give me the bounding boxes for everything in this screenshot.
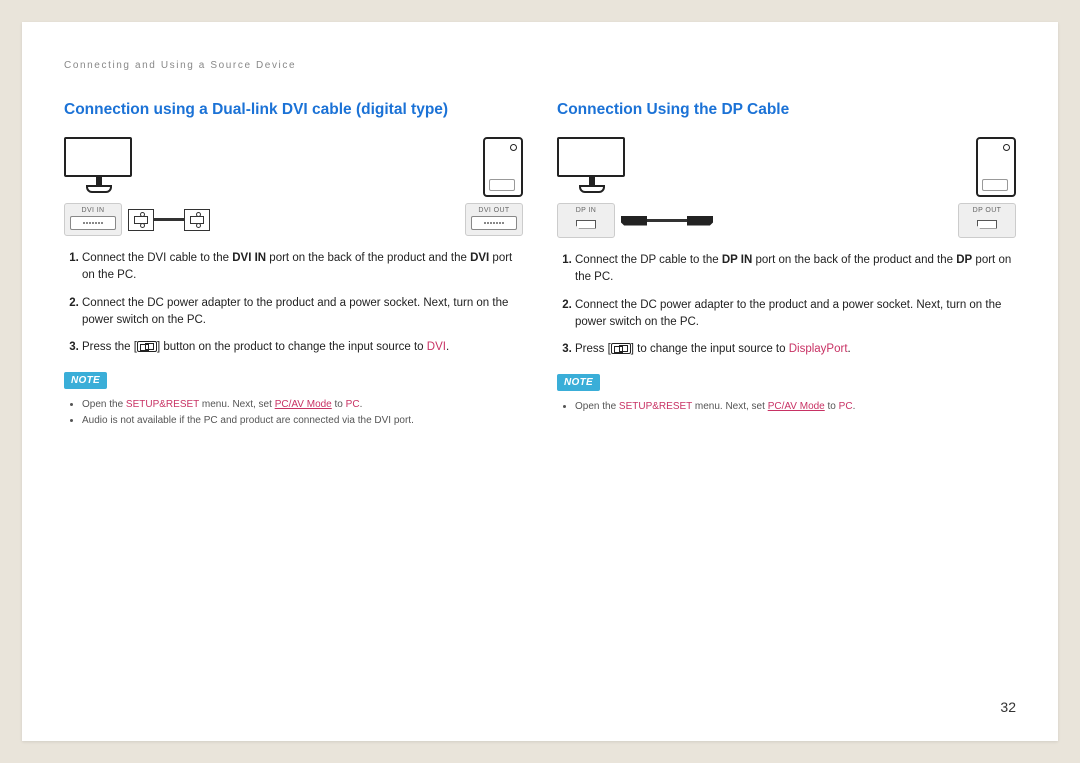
section-title-dp: Connection Using the DP Cable bbox=[557, 101, 1016, 119]
port-label: DP OUT bbox=[973, 207, 1002, 214]
note-badge: NOTE bbox=[64, 372, 107, 389]
dp-cable-icon bbox=[621, 214, 713, 228]
port-label: DVI IN bbox=[81, 207, 104, 214]
port-dp-out: DP OUT bbox=[958, 203, 1016, 238]
diagram-dvi bbox=[64, 137, 523, 197]
port-label: DP IN bbox=[576, 207, 597, 214]
step-1: Connect the DVI cable to the DVI IN port… bbox=[82, 250, 523, 285]
source-button-icon bbox=[137, 341, 157, 352]
step-3: Press [] to change the input source to D… bbox=[575, 341, 1016, 358]
column-dp: Connection Using the DP Cable DP IN bbox=[557, 101, 1016, 429]
step-1: Connect the DP cable to the DP IN port o… bbox=[575, 252, 1016, 287]
note-item: Open the SETUP&RESET menu. Next, set PC/… bbox=[82, 397, 523, 413]
section-title-dvi: Connection using a Dual-link DVI cable (… bbox=[64, 101, 523, 119]
steps-dp: Connect the DP cable to the DP IN port o… bbox=[557, 252, 1016, 358]
manual-page: Connecting and Using a Source Device Con… bbox=[22, 22, 1058, 741]
column-dvi: Connection using a Dual-link DVI cable (… bbox=[64, 101, 523, 429]
note-item: Audio is not available if the PC and pro… bbox=[82, 413, 523, 429]
steps-dvi: Connect the DVI cable to the DVI IN port… bbox=[64, 250, 523, 356]
notes-dvi: Open the SETUP&RESET menu. Next, set PC/… bbox=[64, 397, 523, 429]
two-column-layout: Connection using a Dual-link DVI cable (… bbox=[64, 101, 1016, 429]
monitor-icon bbox=[64, 137, 134, 197]
notes-dp: Open the SETUP&RESET menu. Next, set PC/… bbox=[557, 399, 1016, 415]
ports-row-dp: DP IN DP OUT bbox=[557, 203, 1016, 238]
step-3: Press the [] button on the product to ch… bbox=[82, 339, 523, 356]
pc-icon bbox=[976, 137, 1016, 197]
ports-row-dvi: DVI IN DVI OUT bbox=[64, 203, 523, 236]
page-number: 32 bbox=[1000, 699, 1016, 715]
dvi-cable-icon bbox=[128, 209, 210, 231]
note-badge: NOTE bbox=[557, 374, 600, 391]
pc-icon bbox=[483, 137, 523, 197]
port-dp-in: DP IN bbox=[557, 203, 615, 238]
step-2: Connect the DC power adapter to the prod… bbox=[575, 297, 1016, 332]
monitor-icon bbox=[557, 137, 627, 197]
diagram-dp bbox=[557, 137, 1016, 197]
note-item: Open the SETUP&RESET menu. Next, set PC/… bbox=[575, 399, 1016, 415]
step-2: Connect the DC power adapter to the prod… bbox=[82, 295, 523, 330]
chapter-heading: Connecting and Using a Source Device bbox=[64, 60, 1016, 71]
port-dvi-in: DVI IN bbox=[64, 203, 122, 236]
port-label: DVI OUT bbox=[478, 207, 509, 214]
source-button-icon bbox=[611, 343, 631, 354]
port-dvi-out: DVI OUT bbox=[465, 203, 523, 236]
